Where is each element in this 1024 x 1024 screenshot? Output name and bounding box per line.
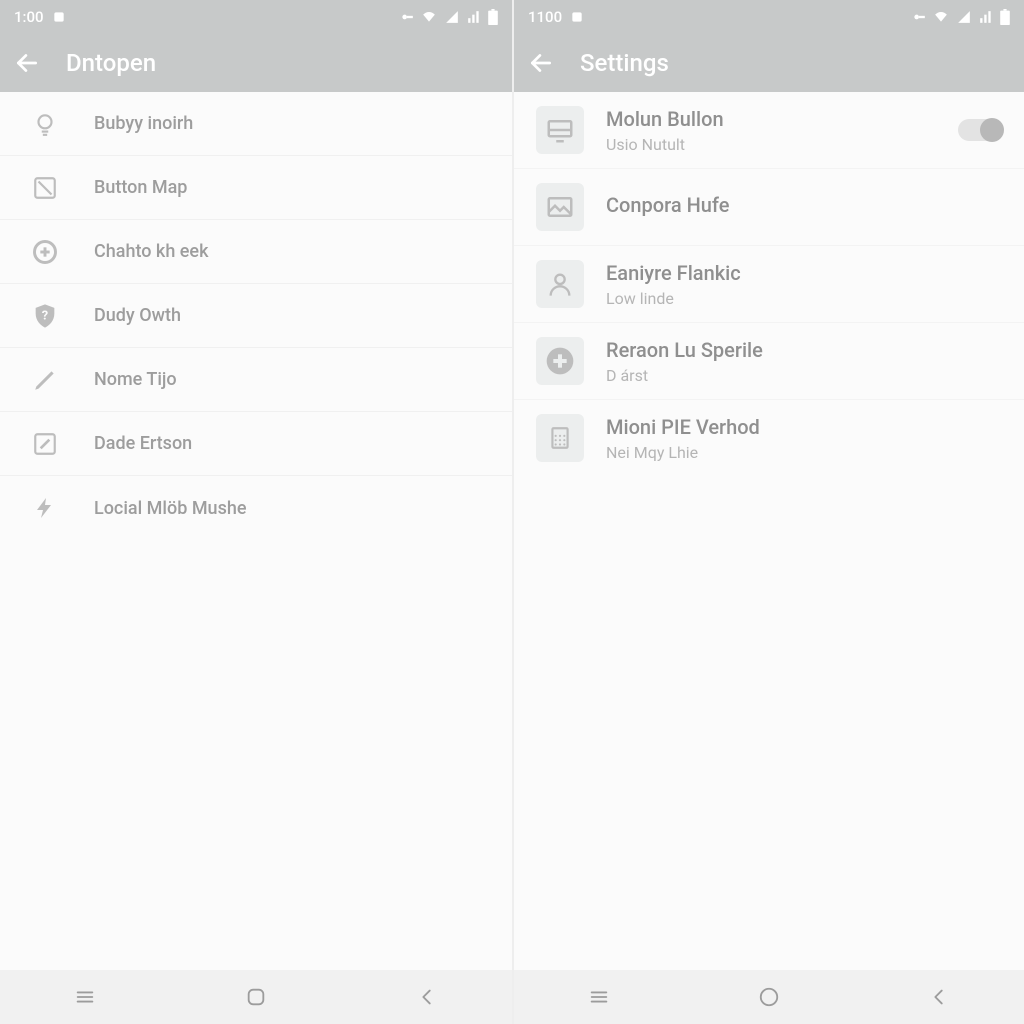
phone-left: 1:00 Dntopen Bubyy inoirh	[0, 0, 512, 1024]
settings-item-title: Molun Bullon	[606, 107, 1002, 131]
status-time: 1100	[528, 8, 562, 26]
nav-home-button[interactable]	[232, 981, 280, 1013]
status-bar: 1:00	[0, 0, 512, 34]
notification-icon	[570, 10, 584, 24]
menu-icon	[588, 986, 610, 1008]
home-circle-icon	[758, 986, 780, 1008]
key-icon	[400, 10, 414, 24]
list-item-label: Button Map	[94, 177, 187, 198]
wifi-icon	[420, 10, 438, 24]
settings-content: Molun Bullon Usio Nutult Conpora Hufe	[514, 92, 1024, 970]
settings-item[interactable]: Eaniyre Flankic Low linde	[514, 246, 1024, 323]
arrow-left-icon	[14, 50, 40, 76]
status-time: 1:00	[14, 8, 44, 26]
signal-bars-icon	[978, 10, 994, 24]
nav-back-button[interactable]	[403, 981, 451, 1013]
nav-bar	[0, 970, 512, 1024]
list-item[interactable]: Bubyy inoirh	[0, 92, 512, 156]
list-item[interactable]: Locial Mlöb Mushe	[0, 476, 512, 540]
list-item[interactable]: Dade Ertson	[0, 412, 512, 476]
key-icon	[912, 10, 926, 24]
list-item-label: Bubyy inoirh	[94, 113, 193, 134]
battery-icon	[1000, 9, 1010, 25]
settings-item-title: Reraon Lu Sperile	[606, 338, 1002, 362]
status-icons	[912, 9, 1010, 25]
settings-item-subtitle: Nei Mqy Lhie	[606, 443, 1002, 462]
display-icon	[536, 106, 584, 154]
image-icon	[536, 183, 584, 231]
phone-right: 1100 Settings Molu	[512, 0, 1024, 1024]
list-item-label: Dudy Owth	[94, 305, 181, 326]
nav-recent-button[interactable]	[575, 981, 623, 1013]
person-icon	[536, 260, 584, 308]
app-bar: Dntopen	[0, 34, 512, 92]
list-item-label: Locial Mlöb Mushe	[94, 498, 246, 519]
list-item-label: Dade Ertson	[94, 433, 192, 454]
wifi-icon	[932, 10, 950, 24]
pencil-icon	[30, 365, 60, 395]
battery-icon	[488, 9, 498, 25]
bulb-icon	[30, 109, 60, 139]
list-item[interactable]: Nome Tijo	[0, 348, 512, 412]
arrow-left-icon	[528, 50, 554, 76]
signal-icon	[444, 10, 460, 24]
bolt-icon	[30, 493, 60, 523]
settings-item-title: Conpora Hufe	[606, 193, 1002, 217]
settings-item[interactable]: Reraon Lu Sperile D árst	[514, 323, 1024, 400]
nav-back-button[interactable]	[915, 981, 963, 1013]
status-bar: 1100	[514, 0, 1024, 34]
app-bar: Settings	[514, 34, 1024, 92]
settings-item-subtitle: D árst	[606, 366, 1002, 385]
settings-item-subtitle: Usio Nutult	[606, 135, 1002, 154]
list-item-label: Chahto kh eek	[94, 241, 208, 262]
back-button[interactable]	[528, 50, 554, 76]
chevron-left-icon	[416, 986, 438, 1008]
list-item[interactable]: Chahto kh eek	[0, 220, 512, 284]
settings-item-subtitle: Low linde	[606, 289, 1002, 308]
plus-circle-icon	[30, 237, 60, 267]
nav-home-button[interactable]	[745, 981, 793, 1013]
back-button[interactable]	[14, 50, 40, 76]
settings-item[interactable]: Molun Bullon Usio Nutult	[514, 92, 1024, 169]
chevron-left-icon	[928, 986, 950, 1008]
list-content: Bubyy inoirh Button Map Chahto kh eek ? …	[0, 92, 512, 970]
calculator-icon	[536, 414, 584, 462]
settings-item[interactable]: Conpora Hufe	[514, 169, 1024, 246]
plus-circle-fill-icon	[536, 337, 584, 385]
edit-square-icon	[30, 429, 60, 459]
appbar-title: Settings	[580, 49, 669, 77]
signal-bars-icon	[466, 10, 482, 24]
settings-item-title: Eaniyre Flankic	[606, 261, 1002, 285]
notification-icon	[52, 10, 66, 24]
signal-icon	[956, 10, 972, 24]
shield-icon: ?	[30, 301, 60, 331]
status-icons	[400, 9, 498, 25]
menu-icon	[74, 986, 96, 1008]
svg-text:?: ?	[42, 308, 48, 323]
nav-recent-button[interactable]	[61, 981, 109, 1013]
home-square-icon	[245, 986, 267, 1008]
appbar-title: Dntopen	[66, 49, 156, 77]
toggle-switch[interactable]	[958, 119, 1002, 141]
list-item[interactable]: Button Map	[0, 156, 512, 220]
map-icon	[30, 173, 60, 203]
list-item[interactable]: ? Dudy Owth	[0, 284, 512, 348]
settings-item-title: Mioni PIE Verhod	[606, 415, 1002, 439]
list-item-label: Nome Tijo	[94, 369, 177, 390]
settings-item[interactable]: Mioni PIE Verhod Nei Mqy Lhie	[514, 400, 1024, 476]
nav-bar	[514, 970, 1024, 1024]
